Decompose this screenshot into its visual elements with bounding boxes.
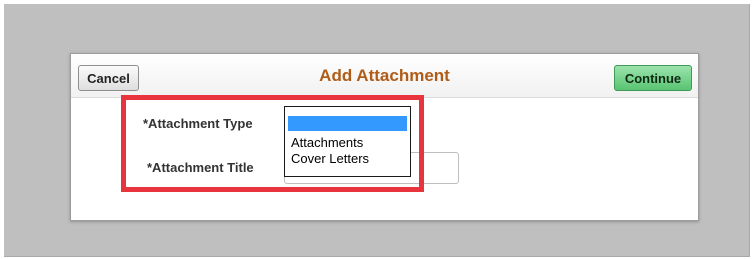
dialog-title: Add Attachment [319,66,450,85]
attachment-type-option-attachments[interactable]: Attachments [288,135,407,150]
attachment-type-option-blank[interactable] [288,116,407,131]
attachment-title-label: *Attachment Title [147,160,254,175]
attachment-type-option-cover-letters[interactable]: Cover Letters [288,151,407,166]
attachment-type-dropdown-list[interactable]: Attachments Cover Letters [284,106,411,177]
attachment-type-label: *Attachment Type [143,116,253,131]
dialog-header: Cancel Add Attachment Continue [71,54,698,98]
continue-button[interactable]: Continue [614,65,692,91]
